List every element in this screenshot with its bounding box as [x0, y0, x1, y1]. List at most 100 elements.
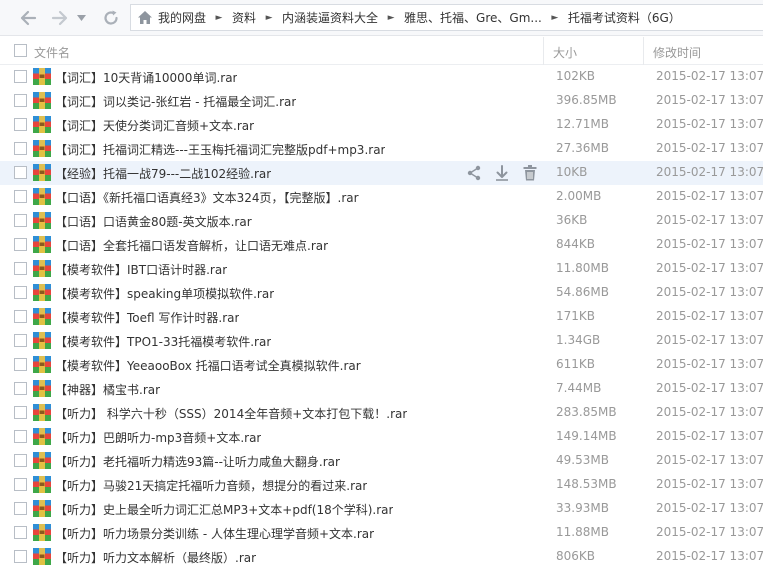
- download-icon[interactable]: [493, 164, 511, 182]
- file-checkbox[interactable]: [14, 526, 27, 539]
- file-row[interactable]: 【词汇】天使分类词汇音频+文本.rar 12.71MB 2015-02-17 1…: [0, 113, 763, 137]
- file-name[interactable]: 【词汇】10天背诵10000单词.rar: [55, 69, 237, 86]
- breadcrumb-item-exams[interactable]: 雅思、托福、Gre、Gm...: [404, 9, 542, 26]
- file-row[interactable]: 【模考软件】TPO1-33托福模考软件.rar 1.34GB 2015-02-1…: [0, 329, 763, 353]
- file-name[interactable]: 【词汇】托福词汇精选---王玉梅托福词汇完整版pdf+mp3.rar: [55, 141, 385, 158]
- file-row[interactable]: 【经验】托福一战79---二战102经验.rar 10KB 2015-02-17…: [0, 161, 763, 185]
- file-row[interactable]: 【模考软件】YeeaooBox 托福口语考试全真模拟软件.rar 611KB 2…: [0, 353, 763, 377]
- file-row[interactable]: 【听力】马骏21天搞定托福听力音频，想提分的看过来.rar 148.53MB 2…: [0, 473, 763, 497]
- file-modified-time: 2015-02-17 13:07: [656, 357, 763, 371]
- file-row[interactable]: 【口语】《新托福口语真经3》文本324页，【完整版】.rar 2.00MB 20…: [0, 185, 763, 209]
- file-checkbox[interactable]: [14, 214, 27, 227]
- file-name[interactable]: 【模考软件】Toefl 写作计时器.rar: [55, 309, 239, 326]
- file-checkbox[interactable]: [14, 166, 27, 179]
- file-checkbox[interactable]: [14, 430, 27, 443]
- column-header-time[interactable]: 修改时间: [653, 44, 701, 61]
- column-header-size[interactable]: 大小: [553, 44, 577, 61]
- breadcrumb-separator-icon[interactable]: ►: [256, 13, 282, 23]
- rar-archive-icon: [33, 212, 51, 229]
- file-checkbox[interactable]: [14, 550, 27, 563]
- breadcrumb-item-materials[interactable]: 资料: [232, 9, 256, 26]
- file-row[interactable]: 【神器】橘宝书.rar 7.44MB 2015-02-17 13:07: [0, 377, 763, 401]
- column-divider[interactable]: [643, 37, 644, 65]
- file-checkbox[interactable]: [14, 286, 27, 299]
- file-name[interactable]: 【听力】听力场景分类训练 - 人体生理心理学音频+文本.rar: [55, 525, 374, 542]
- file-checkbox[interactable]: [14, 382, 27, 395]
- back-button[interactable]: [16, 8, 40, 28]
- breadcrumb-item-collection[interactable]: 内涵装逼资料大全: [282, 9, 378, 26]
- file-name[interactable]: 【口语】全套托福口语发音解析，让口语无难点.rar: [55, 237, 328, 254]
- file-name[interactable]: 【神器】橘宝书.rar: [55, 381, 160, 398]
- file-name[interactable]: 【听力】老托福听力精选93篇--让听力咸鱼大翻身.rar: [55, 453, 340, 470]
- file-row[interactable]: 【模考软件】IBT口语计时器.rar 11.80MB 2015-02-17 13…: [0, 257, 763, 281]
- file-modified-time: 2015-02-17 13:07: [656, 93, 763, 107]
- file-modified-time: 2015-02-17 13:07: [656, 165, 763, 179]
- file-name[interactable]: 【听力】巴朗听力-mp3音频+文本.rar: [55, 429, 261, 446]
- file-row[interactable]: 【听力】巴朗听力-mp3音频+文本.rar 149.14MB 2015-02-1…: [0, 425, 763, 449]
- file-size: 806KB: [556, 549, 596, 563]
- file-row[interactable]: 【模考软件】Toefl 写作计时器.rar 171KB 2015-02-17 1…: [0, 305, 763, 329]
- history-dropdown-button[interactable]: [74, 8, 88, 28]
- breadcrumb-separator-icon[interactable]: ►: [378, 13, 404, 23]
- file-row[interactable]: 【听力】听力场景分类训练 - 人体生理心理学音频+文本.rar 11.88MB …: [0, 521, 763, 545]
- file-checkbox[interactable]: [14, 94, 27, 107]
- breadcrumb-separator-icon[interactable]: ►: [206, 13, 232, 23]
- file-modified-time: 2015-02-17 13:07: [656, 333, 763, 347]
- file-row[interactable]: 【词汇】10天背诵10000单词.rar 102KB 2015-02-17 13…: [0, 65, 763, 89]
- file-name[interactable]: 【模考软件】YeeaooBox 托福口语考试全真模拟软件.rar: [55, 357, 361, 374]
- file-name[interactable]: 【词汇】词以类记-张红岩 - 托福最全词汇.rar: [55, 93, 296, 110]
- file-checkbox[interactable]: [14, 118, 27, 131]
- delete-icon[interactable]: [521, 164, 539, 182]
- file-name[interactable]: 【听力】听力文本解析（最终版）.rar: [55, 549, 256, 566]
- file-row[interactable]: 【模考软件】speaking单项模拟软件.rar 54.86MB 2015-02…: [0, 281, 763, 305]
- file-name[interactable]: 【听力】史上最全听力词汇汇总MP3+文本+pdf(18个学科).rar: [55, 501, 393, 518]
- forward-button[interactable]: [48, 8, 72, 28]
- file-checkbox[interactable]: [14, 478, 27, 491]
- file-name[interactable]: 【模考软件】speaking单项模拟软件.rar: [55, 285, 274, 302]
- file-name[interactable]: 【词汇】天使分类词汇音频+文本.rar: [55, 117, 254, 134]
- file-row[interactable]: 【词汇】托福词汇精选---王玉梅托福词汇完整版pdf+mp3.rar 27.36…: [0, 137, 763, 161]
- breadcrumb-separator-icon[interactable]: ►: [542, 13, 568, 23]
- home-icon[interactable]: [137, 10, 153, 25]
- file-row[interactable]: 【听力】听力文本解析（最终版）.rar 806KB 2015-02-17 13:…: [0, 545, 763, 566]
- file-name[interactable]: 【口语】《新托福口语真经3》文本324页，【完整版】.rar: [55, 189, 359, 206]
- file-checkbox[interactable]: [14, 142, 27, 155]
- file-modified-time: 2015-02-17 13:07: [656, 549, 763, 563]
- breadcrumb-item-my-netdisk[interactable]: 我的网盘: [158, 9, 206, 26]
- file-checkbox[interactable]: [14, 238, 27, 251]
- rar-archive-icon: [33, 236, 51, 253]
- file-checkbox[interactable]: [14, 358, 27, 371]
- file-checkbox[interactable]: [14, 262, 27, 275]
- rar-archive-icon: [33, 524, 51, 541]
- share-icon[interactable]: [465, 164, 483, 182]
- file-row[interactable]: 【听力】老托福听力精选93篇--让听力咸鱼大翻身.rar 49.53MB 201…: [0, 449, 763, 473]
- file-name[interactable]: 【听力】 科学六十秒（SSS）2014全年音频+文本打包下载！.rar: [55, 405, 407, 422]
- file-name[interactable]: 【口语】口语黄金80题-英文版本.rar: [55, 213, 252, 230]
- file-name[interactable]: 【听力】马骏21天搞定托福听力音频，想提分的看过来.rar: [55, 477, 367, 494]
- file-name[interactable]: 【模考软件】TPO1-33托福模考软件.rar: [55, 333, 271, 350]
- file-size: 1.34GB: [556, 333, 601, 347]
- file-checkbox[interactable]: [14, 70, 27, 83]
- file-checkbox[interactable]: [14, 502, 27, 515]
- file-checkbox[interactable]: [14, 190, 27, 203]
- file-row[interactable]: 【口语】全套托福口语发音解析，让口语无难点.rar 844KB 2015-02-…: [0, 233, 763, 257]
- select-all-checkbox[interactable]: [14, 44, 27, 57]
- file-row[interactable]: 【口语】口语黄金80题-英文版本.rar 36KB 2015-02-17 13:…: [0, 209, 763, 233]
- file-modified-time: 2015-02-17 13:07: [656, 429, 763, 443]
- file-row[interactable]: 【词汇】词以类记-张红岩 - 托福最全词汇.rar 396.85MB 2015-…: [0, 89, 763, 113]
- file-checkbox[interactable]: [14, 334, 27, 347]
- file-name[interactable]: 【模考软件】IBT口语计时器.rar: [55, 261, 227, 278]
- file-modified-time: 2015-02-17 13:07: [656, 189, 763, 203]
- file-checkbox[interactable]: [14, 454, 27, 467]
- breadcrumb: 我的网盘 ► 资料 ► 内涵装逼资料大全 ► 雅思、托福、Gre、Gm... ►…: [130, 4, 763, 31]
- refresh-button[interactable]: [100, 8, 122, 28]
- file-checkbox[interactable]: [14, 406, 27, 419]
- column-header-name[interactable]: 文件名: [34, 44, 70, 61]
- file-row[interactable]: 【听力】史上最全听力词汇汇总MP3+文本+pdf(18个学科).rar 33.9…: [0, 497, 763, 521]
- file-name[interactable]: 【经验】托福一战79---二战102经验.rar: [55, 165, 271, 182]
- column-divider[interactable]: [543, 37, 544, 65]
- file-row[interactable]: 【听力】 科学六十秒（SSS）2014全年音频+文本打包下载！.rar 283.…: [0, 401, 763, 425]
- file-checkbox[interactable]: [14, 310, 27, 323]
- breadcrumb-item-current-folder[interactable]: 托福考试资料（6G）: [568, 9, 681, 26]
- rar-archive-icon: [33, 188, 51, 205]
